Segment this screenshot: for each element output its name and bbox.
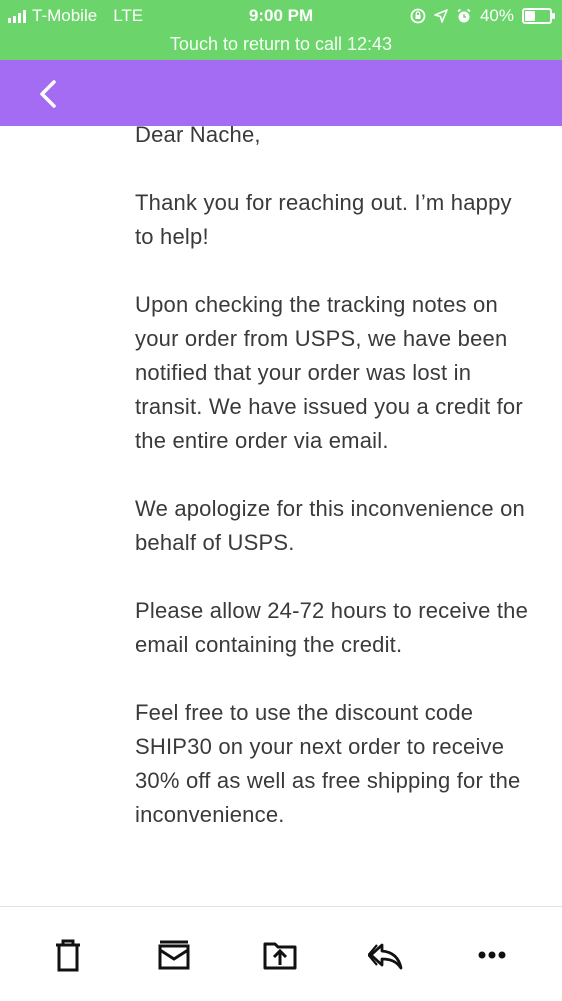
message-paragraph: We apologize for this inconvenience on b… [135,496,525,555]
reply-button[interactable] [366,935,406,975]
message-body: Dear Nache, Thank you for reaching out. … [135,118,535,866]
back-button[interactable] [30,74,70,114]
location-icon [434,9,448,23]
archive-button[interactable] [154,935,194,975]
message-paragraph: Dear Nache, [135,122,261,147]
return-to-call-banner[interactable]: Touch to return to call 12:43 [0,30,562,58]
battery-icon [522,8,555,24]
nav-bar [0,60,562,126]
message-paragraph: Feel free to use the discount code SHIP3… [135,700,521,827]
screen-lock-icon [410,8,426,24]
status-bar: T-Mobile LTE 9:00 PM 40% Touch to return… [0,0,562,60]
more-icon [478,951,506,959]
status-right: 40% [410,4,555,28]
status-row: T-Mobile LTE 9:00 PM 40% [0,4,562,28]
back-chevron-icon [40,80,56,108]
message-paragraph: Upon checking the tracking notes on your… [135,292,523,453]
alarm-icon [457,8,471,23]
message-paragraph: Please allow 24-72 hours to receive the … [135,598,529,657]
share-button[interactable] [260,935,300,975]
trash-icon [56,939,80,972]
more-button[interactable] [472,935,512,975]
share-icon [263,942,297,970]
delete-button[interactable] [48,935,88,975]
battery-percent: 40% [479,6,514,25]
reply-icon [368,943,403,970]
message-paragraph: Thank you for reaching out. I’m happy to… [135,190,512,249]
archive-icon [158,940,190,970]
bottom-toolbar [0,906,562,1001]
